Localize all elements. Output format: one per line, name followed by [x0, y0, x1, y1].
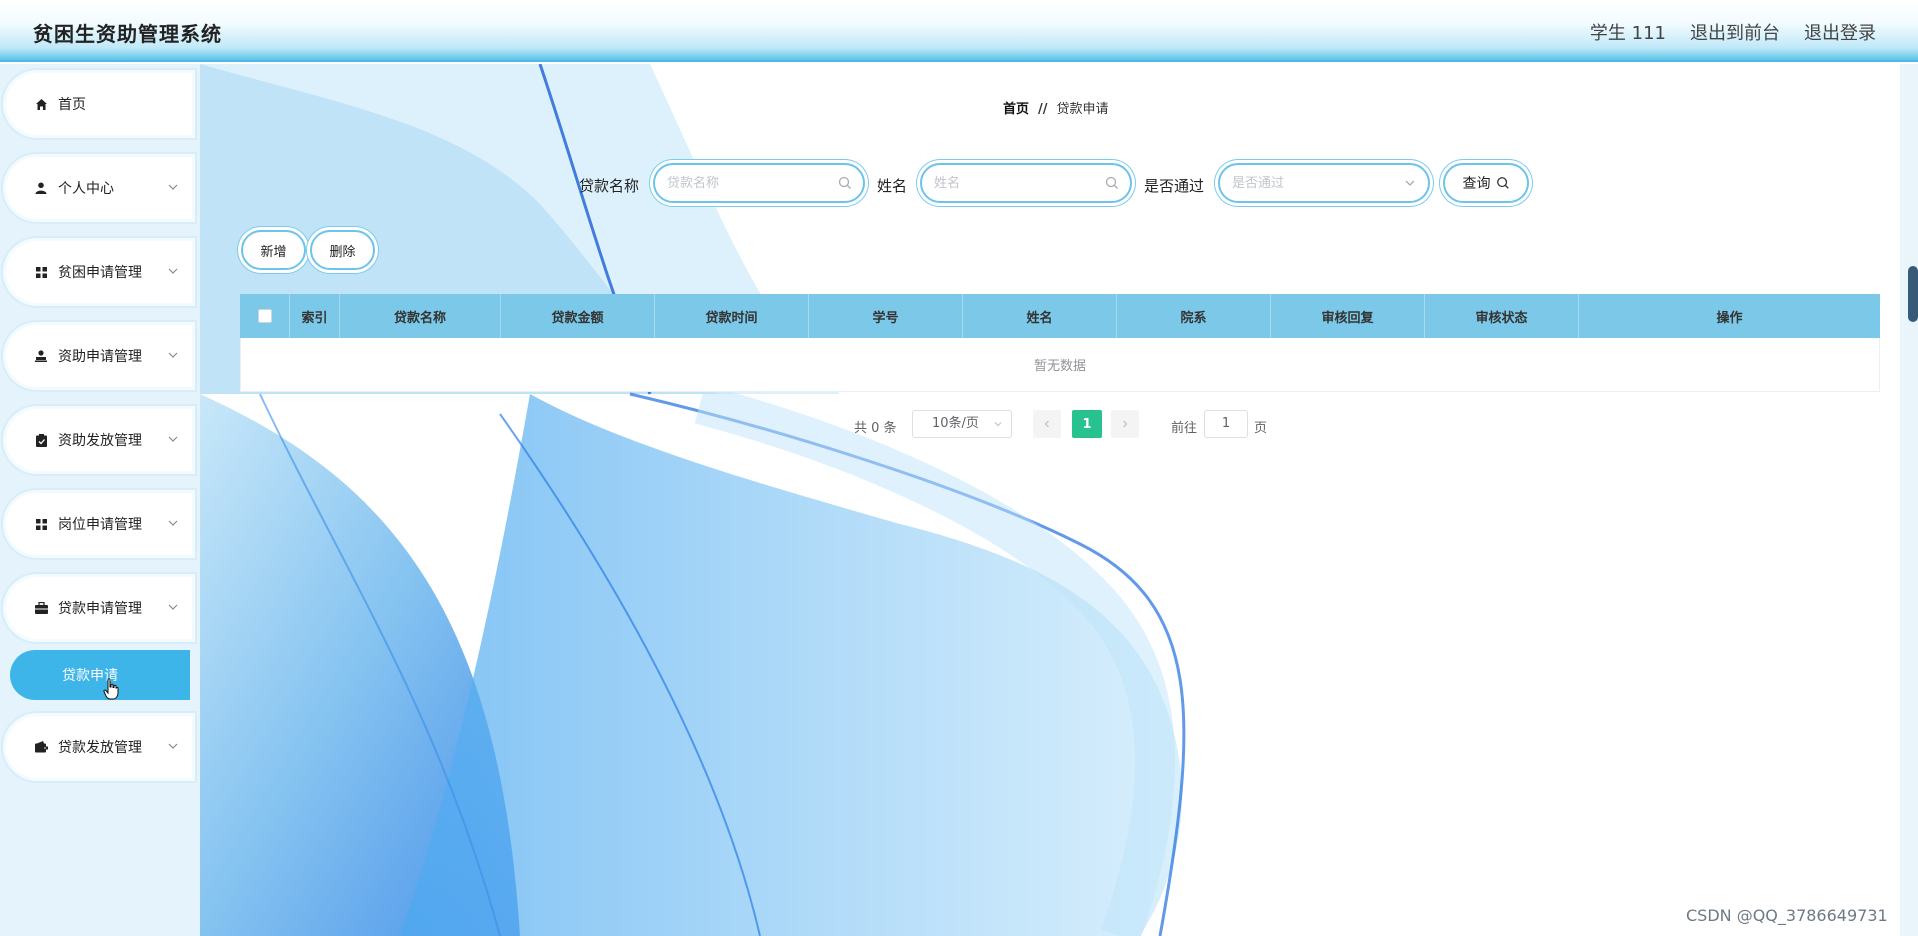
chevron-down-icon [168, 743, 178, 749]
passed-select[interactable] [1218, 163, 1430, 203]
loan-name-label: 贷款名称 [579, 177, 640, 195]
search-icon [1496, 177, 1509, 189]
page-scrollbar[interactable] [1900, 64, 1918, 936]
chevron-down-icon [994, 422, 1002, 427]
breadcrumb-separator: // [1038, 102, 1048, 117]
user-stamp-icon [34, 349, 48, 363]
prev-page-button[interactable] [1033, 410, 1061, 438]
page-number-active[interactable]: 1 [1072, 410, 1102, 438]
breadcrumb-home[interactable]: 首页 [1003, 102, 1029, 117]
sidebar-item-home[interactable]: 首页 [6, 73, 192, 135]
loan-table: 索引 贷款名称 贷款金额 贷款时间 学号 姓名 院系 审核回复 审核状态 操作 … [240, 294, 1880, 392]
column-header-index: 索引 [290, 294, 340, 338]
hand-cursor-icon [103, 678, 119, 700]
sidebar-item-poverty-apply[interactable]: 贫困申请管理 [6, 241, 192, 303]
page-unit-label: 页 [1254, 421, 1268, 436]
query-button[interactable]: 查询 [1443, 163, 1529, 203]
chevron-right-icon [1123, 420, 1128, 428]
next-page-button[interactable] [1111, 410, 1139, 438]
name-input[interactable] [934, 173, 1084, 193]
add-button[interactable]: 新增 [241, 230, 306, 270]
user-icon [34, 181, 48, 195]
column-header-loan-amount: 贷款金额 [501, 294, 655, 338]
table-empty-state: 暂无数据 [240, 338, 1880, 392]
sidebar-item-personal-center[interactable]: 个人中心 [6, 157, 192, 219]
briefcase-icon [34, 601, 48, 615]
breadcrumb: 首页 // 贷款申请 [1003, 98, 1109, 117]
sidebar-item-label: 贷款发放管理 [58, 740, 142, 756]
sidebar-item-aid-apply[interactable]: 资助申请管理 [6, 325, 192, 387]
breadcrumb-current: 贷款申请 [1056, 102, 1109, 117]
chevron-down-icon [168, 436, 178, 442]
grid-icon [34, 265, 48, 279]
loan-name-field[interactable] [653, 163, 865, 203]
app-title: 贫困生资助管理系统 [33, 22, 222, 46]
sidebar-item-label: 资助申请管理 [58, 349, 142, 365]
sidebar-item-label: 个人中心 [58, 181, 114, 197]
grid-icon [34, 517, 48, 531]
chevron-down-icon [1405, 180, 1415, 186]
column-header-review-reply: 审核回复 [1271, 294, 1425, 338]
table-header: 索引 贷款名称 贷款金额 贷款时间 学号 姓名 院系 审核回复 审核状态 操作 [240, 294, 1880, 338]
sidebar-item-aid-release[interactable]: 资助发放管理 [6, 409, 192, 471]
name-field[interactable] [920, 163, 1132, 203]
sidebar-item-loan-release[interactable]: 贷款发放管理 [6, 716, 192, 778]
loan-name-input[interactable] [667, 173, 817, 193]
goto-label: 前往 [1171, 421, 1198, 436]
sidebar-item-label: 贷款申请管理 [58, 601, 142, 617]
clipboard-icon [34, 433, 48, 447]
passed-select-input[interactable] [1232, 173, 1382, 193]
column-header-name: 姓名 [963, 294, 1117, 338]
column-header-loan-time: 贷款时间 [655, 294, 809, 338]
sidebar-item-label: 首页 [58, 97, 86, 113]
page-size-select[interactable]: 10条/页 [912, 410, 1012, 438]
pagination-total: 共 0 条 [854, 421, 897, 436]
search-icon [1105, 176, 1118, 189]
column-header-student-id: 学号 [809, 294, 963, 338]
logout-link[interactable]: 退出登录 [1804, 19, 1876, 45]
column-header-review-status: 审核状态 [1425, 294, 1579, 338]
sidebar-item-loan-apply-manage[interactable]: 贷款申请管理 [6, 577, 192, 639]
delete-button[interactable]: 删除 [310, 230, 375, 270]
top-header: 贫困生资助管理系统 学生 111 退出到前台 退出登录 [0, 0, 1918, 62]
submenu-item-loan-apply[interactable]: 贷款申请 [10, 650, 190, 700]
chevron-down-icon [168, 604, 178, 610]
passed-label: 是否通过 [1144, 177, 1205, 195]
sidebar-item-label: 贫困申请管理 [58, 265, 142, 281]
search-icon [838, 176, 851, 189]
column-header-department: 院系 [1117, 294, 1271, 338]
chevron-left-icon [1044, 420, 1049, 428]
chevron-down-icon [168, 184, 178, 190]
chevron-down-icon [168, 520, 178, 526]
query-button-label: 查询 [1462, 176, 1491, 192]
select-all-checkbox[interactable] [257, 309, 272, 323]
sidebar-item-label: 资助发放管理 [58, 433, 142, 449]
name-label: 姓名 [877, 177, 908, 195]
sidebar-item-job-apply[interactable]: 岗位申请管理 [6, 493, 192, 555]
select-all-header [240, 294, 290, 338]
wallet-icon [34, 740, 48, 754]
top-links: 学生 111 退出到前台 退出登录 [1590, 19, 1876, 45]
current-user-label: 学生 111 [1589, 23, 1666, 44]
chevron-down-icon [168, 352, 178, 358]
column-header-loan-name: 贷款名称 [340, 294, 501, 338]
page-size-value: 10条/页 [932, 416, 979, 431]
home-icon [34, 97, 48, 111]
sidebar-item-label: 岗位申请管理 [58, 517, 142, 533]
column-header-actions: 操作 [1716, 310, 1743, 326]
chevron-down-icon [168, 268, 178, 274]
watermark: CSDN @QQ_3786649731 [1686, 906, 1888, 925]
back-to-front-link[interactable]: 退出到前台 [1690, 19, 1780, 45]
scrollbar-thumb[interactable] [1908, 266, 1918, 322]
goto-page-input[interactable]: 1 [1204, 410, 1248, 438]
